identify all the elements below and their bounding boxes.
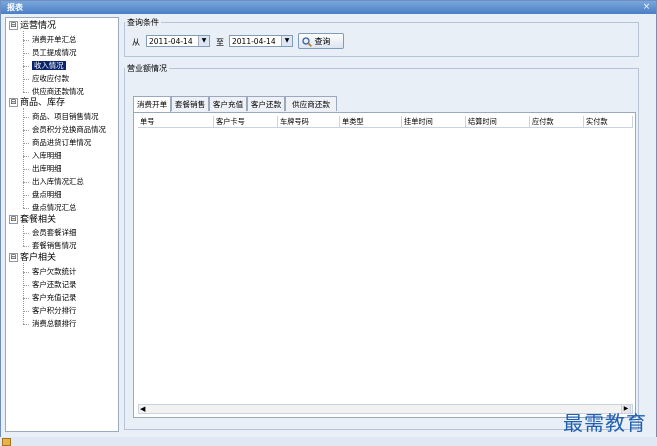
tree-item[interactable]: 商品、项目销售情况 <box>32 111 99 122</box>
horizontal-scrollbar[interactable]: ◀ <box>138 404 633 414</box>
tree-connector <box>23 263 24 324</box>
title-bar: 报表 × <box>1 1 656 14</box>
tree-group[interactable]: ⊟ 运营情况 <box>9 21 56 32</box>
business-legend: 营业额情况 <box>127 64 167 73</box>
search-button[interactable]: 查询 <box>298 33 344 49</box>
collapse-icon[interactable]: ⊟ <box>9 98 18 108</box>
search-button-label: 查询 <box>314 37 331 46</box>
main-panel: 查询条件 从 2011-04-14 ▼ 至 2011-04-14 ▼ 查询 营业… <box>121 17 641 430</box>
tree-connector <box>23 91 29 93</box>
tree-group[interactable]: ⊟ 套餐相关 <box>9 214 57 226</box>
tree-item-label: 消费总额排行 <box>32 318 77 328</box>
tree-item[interactable]: 消费总额排行 <box>32 318 76 329</box>
column-header[interactable]: 客户卡号 <box>214 116 278 127</box>
column-header[interactable]: 应付款 <box>530 116 584 127</box>
tree-item[interactable]: 客户充值记录 <box>32 292 76 303</box>
tree-item-label: 应收应付款 <box>32 73 69 83</box>
tree-group[interactable]: ⊟ 客户相关 <box>9 253 56 264</box>
tree-item[interactable]: 出入库情况汇总 <box>32 176 84 187</box>
tree-group-label: 商品、库存 <box>20 98 66 109</box>
tab-3[interactable]: 客户还款 <box>247 96 285 111</box>
tree-item-label: 出入库情况汇总 <box>32 176 84 186</box>
tree-item[interactable]: 客户欠款统计 <box>32 266 76 277</box>
from-label: 从 <box>132 38 140 47</box>
tab-0[interactable]: 消费开单 <box>133 96 171 112</box>
from-date-picker[interactable]: 2011-04-14 ▼ <box>146 35 210 47</box>
tree-item[interactable]: 盘点明细 <box>32 189 62 200</box>
tree-item-label: 商品、项目销售情况 <box>32 112 99 122</box>
tree-item[interactable]: 出库明细 <box>32 163 62 174</box>
tab-2[interactable]: 客户充值 <box>209 96 247 111</box>
taskbar <box>0 437 657 446</box>
tree-item[interactable]: 客户积分排行 <box>32 305 76 316</box>
column-header[interactable]: 结算时间 <box>466 116 530 127</box>
tree-item-label: 盘点明细 <box>32 189 62 199</box>
window-title: 报表 <box>7 3 23 12</box>
query-legend: 查询条件 <box>127 18 159 27</box>
tree-item-label: 客户还款记录 <box>32 280 77 289</box>
tree-item-label: 收入情况 <box>32 60 66 70</box>
tree-group-label: 套餐相关 <box>20 214 57 225</box>
tab-1[interactable]: 套餐销售 <box>171 96 209 111</box>
chevron-down-icon[interactable]: ▼ <box>198 36 209 46</box>
search-icon <box>302 36 312 47</box>
tree-group[interactable]: ⊟ 商品、库存 <box>9 98 65 109</box>
column-header[interactable]: 挂单时间 <box>402 116 466 127</box>
tree-item-label: 供应商还款情况 <box>32 86 84 96</box>
watermark: 最需教育 <box>563 411 647 435</box>
data-grid: 单号 客户卡号 车牌号码 单类型 挂单时间 结算时间 应付款 实付款 ◀ ▶ <box>133 112 636 418</box>
tree-item[interactable]: 会员积分兑换商品情况 <box>32 124 106 135</box>
tree-item[interactable]: 商品进货订单情况 <box>32 137 91 148</box>
tree-group-label: 运营情况 <box>20 21 57 31</box>
report-tree: ⊟ 运营情况 消费开单汇总 员工提成情况 收入情况 应收应付款 供应商还款情况 ⊟ 商品、库存商… <box>5 17 119 432</box>
tree-item[interactable]: 收入情况 <box>32 60 66 71</box>
collapse-icon[interactable]: ⊟ <box>9 21 18 30</box>
tree-item-label: 套餐销售情况 <box>32 241 77 251</box>
tree-item-label: 入库明细 <box>32 151 62 160</box>
tree-item[interactable]: 客户还款记录 <box>32 279 76 290</box>
tree-connector <box>23 224 24 247</box>
tree-item[interactable]: 消费开单汇总 <box>32 34 76 45</box>
to-date-picker[interactable]: 2011-04-14 ▼ <box>229 35 293 47</box>
tree-item-label: 会员套餐详细 <box>32 228 77 238</box>
tree-item-label: 商品进货订单情况 <box>32 138 92 148</box>
tree-group-label: 客户相关 <box>20 253 57 264</box>
tree-item-label: 会员积分兑换商品情况 <box>32 125 106 135</box>
tree-item-label: 客户积分排行 <box>32 305 77 315</box>
close-icon[interactable]: × <box>641 2 652 12</box>
tree-connector <box>23 108 24 208</box>
tree-item-label: 消费开单汇总 <box>32 34 77 44</box>
tree-item-label: 员工提成情况 <box>32 47 77 57</box>
column-header[interactable]: 实付款 <box>584 116 633 127</box>
tree-item-label: 客户欠款统计 <box>32 267 77 277</box>
column-header[interactable]: 单号 <box>138 116 214 127</box>
from-date-value: 2011-04-14 <box>149 37 193 46</box>
tree-connector <box>23 207 29 209</box>
tree-item-label: 出库明细 <box>32 163 62 173</box>
collapse-icon[interactable]: ⊟ <box>9 253 18 263</box>
tree-item[interactable]: 盘点情况汇总 <box>32 202 76 213</box>
chevron-down-icon[interactable]: ▼ <box>281 36 292 46</box>
tree-item[interactable]: 供应商还款情况 <box>32 86 84 97</box>
scroll-left-icon[interactable]: ◀ <box>140 405 145 413</box>
report-window: 报表 × ⊟ 运营情况 消费开单汇总 员工提成情况 收入情况 应收应付款 供应商还款情况 ⊟ 商… <box>0 0 657 438</box>
tree-item-label: 客户充值记录 <box>32 292 77 302</box>
collapse-icon[interactable]: ⊟ <box>9 214 18 224</box>
to-label: 至 <box>216 38 224 47</box>
tab-4[interactable]: 供应商还款 <box>285 96 337 111</box>
tree-item[interactable]: 员工提成情况 <box>32 47 76 58</box>
tree-connector <box>23 31 24 92</box>
tree-connector <box>23 246 29 248</box>
column-header[interactable]: 车牌号码 <box>278 116 340 127</box>
tree-connector <box>23 323 29 325</box>
tree-item[interactable]: 入库明细 <box>32 150 62 161</box>
tree-item[interactable]: 套餐销售情况 <box>32 240 76 251</box>
to-date-value: 2011-04-14 <box>232 37 276 46</box>
grid-header: 单号 客户卡号 车牌号码 单类型 挂单时间 结算时间 应付款 实付款 <box>138 116 633 128</box>
tree-item[interactable]: 应收应付款 <box>32 73 69 84</box>
tree-item-label: 盘点情况汇总 <box>32 202 77 212</box>
report-icon[interactable] <box>2 438 11 446</box>
tree-item[interactable]: 会员套餐详细 <box>32 227 76 238</box>
column-header[interactable]: 单类型 <box>340 116 402 127</box>
